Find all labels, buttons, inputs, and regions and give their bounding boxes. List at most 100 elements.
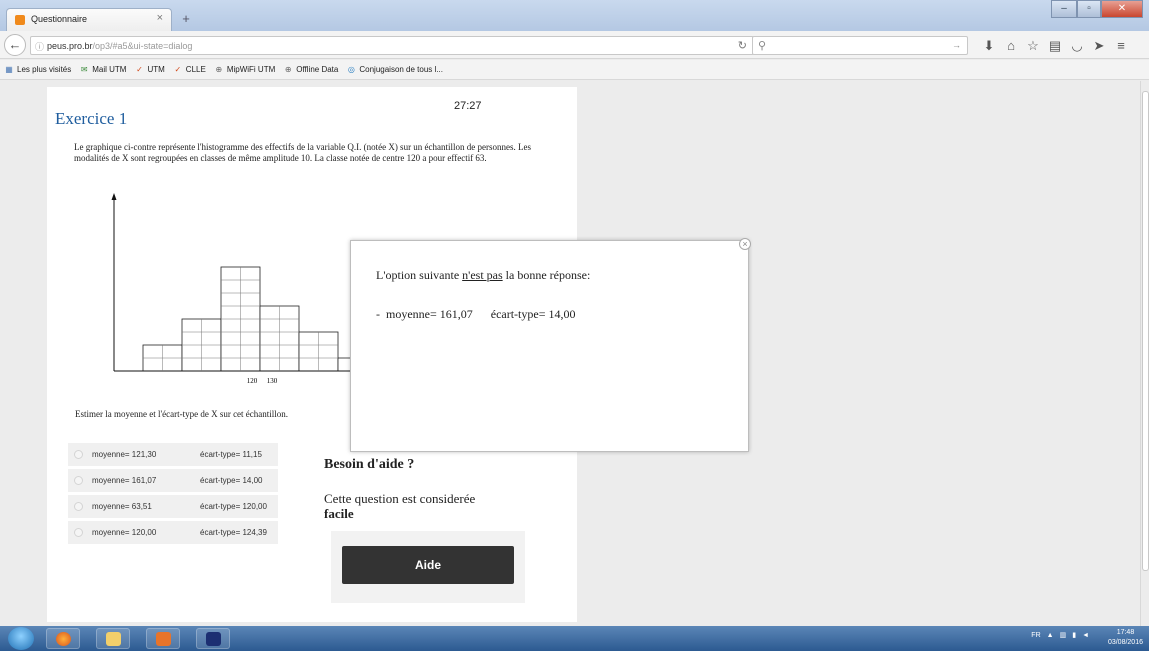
page-icon: ▦ <box>5 65 13 74</box>
network-icon[interactable]: ▥ <box>1060 631 1067 639</box>
bookmarks-bar: ▦ Les plus visités ✉ Mail UTM ✓ UTM ✓ CLLE ⊕… <box>0 60 1149 80</box>
clock-date: 03/08/2016 <box>1107 639 1143 646</box>
option-mean: moyenne= 120,00 <box>92 528 157 537</box>
page-content: Exercice 1 27:27 Le graphique ci-contre … <box>0 81 1140 626</box>
feedback-dialog: × L'option suivante n'est pas la bonne r… <box>350 238 751 452</box>
bookmark-item[interactable]: ◎ Conjugaison de tous l... <box>346 65 443 74</box>
radio-button[interactable] <box>74 502 83 511</box>
answer-option[interactable]: moyenne= 121,30 écart-type= 11,15 <box>68 443 278 466</box>
url-text: peus.pro.br/op3/#a5&ui-state=dialog <box>47 41 192 51</box>
info-icon[interactable]: ⓘ <box>35 40 44 53</box>
globe-icon: ⊕ <box>284 65 292 74</box>
taskbar-explorer[interactable] <box>96 628 130 649</box>
page-scrollbar[interactable] <box>1140 81 1149 626</box>
dialog-message-emphasis: n'est pas <box>462 268 503 282</box>
radio-button[interactable] <box>74 476 83 485</box>
minimize-button[interactable]: – <box>1051 0 1077 18</box>
tab-close-icon[interactable]: × <box>157 12 163 24</box>
utm-icon: ✓ <box>136 65 143 74</box>
taskbar-firefox[interactable] <box>46 628 80 649</box>
folder-icon <box>106 632 121 646</box>
bookmark-label: CLLE <box>185 65 206 74</box>
globe-icon: ⊕ <box>215 65 223 74</box>
toolbar-icons: ⬇ ⌂ ☆ ▤ ◡ ➤ ≡ <box>980 36 1130 56</box>
window-controls: – ▫ ✕ <box>1051 0 1143 20</box>
windows-taskbar: FR ▲ ▥ ▮ ◄ 17:48 03/08/2016 <box>0 626 1149 651</box>
pocket-icon[interactable]: ◡ <box>1068 36 1086 56</box>
bookmark-item[interactable]: ✓ UTM <box>134 65 165 74</box>
firefox-icon <box>56 632 71 646</box>
clock[interactable]: 17:48 03/08/2016 <box>1108 628 1143 648</box>
reload-icon[interactable]: ↻ <box>738 39 747 52</box>
option-std: écart-type= 11,15 <box>200 450 262 459</box>
library-icon[interactable]: ▤ <box>1046 36 1064 56</box>
app-icon <box>206 632 221 646</box>
answer-option[interactable]: moyenne= 63,51 écart-type= 120,00 <box>68 495 278 518</box>
new-tab-button[interactable]: + <box>176 11 196 27</box>
help-button[interactable]: Aide <box>342 546 514 584</box>
bookmark-label: Mail UTM <box>92 65 127 74</box>
bookmark-star-icon[interactable]: ☆ <box>1024 36 1042 56</box>
answer-option[interactable]: moyenne= 161,07 écart-type= 14,00 <box>68 469 278 492</box>
timer: 27:27 <box>454 100 482 112</box>
bookmark-item[interactable]: ✉ Mail UTM <box>79 65 127 74</box>
option-std: écart-type= 124,39 <box>200 528 267 537</box>
menu-icon[interactable]: ≡ <box>1112 36 1130 56</box>
radio-button[interactable] <box>74 450 83 459</box>
system-tray: FR ▲ ▥ ▮ ◄ <box>1031 631 1089 640</box>
volume-icon[interactable]: ◄ <box>1082 632 1089 639</box>
dialog-close-icon[interactable]: × <box>739 238 751 250</box>
bookmark-item[interactable]: ▦ Les plus visités <box>4 65 71 74</box>
bookmark-item[interactable]: ✓ CLLE <box>173 65 206 74</box>
option-mean: moyenne= 121,30 <box>92 450 157 459</box>
url-bar[interactable]: ⓘ peus.pro.br/op3/#a5&ui-state=dialog ↻ <box>30 36 754 55</box>
option-std: écart-type= 120,00 <box>200 502 267 511</box>
signal-icon[interactable]: ▮ <box>1072 631 1076 639</box>
exercise-prompt: Le graphique ci-contre représente l'hist… <box>74 142 532 163</box>
bookmark-label: Offline Data <box>296 65 339 74</box>
scroll-thumb[interactable] <box>1142 91 1149 571</box>
navigation-bar: ← ⓘ peus.pro.br/op3/#a5&ui-state=dialog … <box>0 31 1149 59</box>
download-icon[interactable]: ⬇ <box>980 36 998 56</box>
send-icon[interactable]: ➤ <box>1090 36 1108 56</box>
answer-option[interactable]: moyenne= 120,00 écart-type= 124,39 <box>68 521 278 544</box>
clock-time: 17:48 <box>1116 629 1135 636</box>
bookmark-item[interactable]: ⊕ MipWiFi UTM <box>214 65 275 74</box>
conj-icon: ◎ <box>347 65 355 74</box>
firefox-favicon-icon <box>15 15 25 25</box>
answer-options: moyenne= 121,30 écart-type= 11,15 moyenne… <box>68 443 278 547</box>
media-player-icon <box>156 632 171 646</box>
language-indicator[interactable]: FR <box>1031 632 1040 639</box>
bookmark-item[interactable]: ⊕ Offline Data <box>283 65 338 74</box>
x-tick-label: 130 <box>267 377 278 385</box>
x-tick-label: 120 <box>247 377 258 385</box>
option-mean: moyenne= 161,07 <box>92 476 157 485</box>
bookmark-label: UTM <box>147 65 165 74</box>
difficulty-level: facile <box>324 506 354 521</box>
tab-title: Questionnaire <box>31 14 88 24</box>
taskbar-app[interactable] <box>196 628 230 649</box>
start-button[interactable] <box>8 627 34 650</box>
help-description: Cette question est considerée <box>324 491 476 506</box>
utm-icon: ✓ <box>174 65 182 74</box>
close-window-button[interactable]: ✕ <box>1101 0 1143 18</box>
search-go-icon[interactable]: → <box>952 40 961 50</box>
title-bar: Questionnaire × + – ▫ ✕ <box>0 0 1149 31</box>
url-path: /op3/#a5&ui-state=dialog <box>92 41 193 51</box>
browser-tab[interactable]: Questionnaire × <box>6 8 172 31</box>
bookmark-label: Les plus visités <box>17 65 72 74</box>
mail-icon: ✉ <box>80 65 88 74</box>
help-title: Besoin d'aide ? <box>324 457 415 472</box>
search-input[interactable]: ⚲ → <box>752 36 968 55</box>
bookmark-label: Conjugaison de tous l... <box>359 65 443 74</box>
maximize-button[interactable]: ▫ <box>1077 0 1101 18</box>
back-button[interactable]: ← <box>4 34 26 56</box>
tray-arrow-icon[interactable]: ▲ <box>1047 632 1054 639</box>
help-button-container: Aide <box>331 531 525 603</box>
search-icon: ⚲ <box>758 40 767 52</box>
y-axis-arrow-icon <box>111 193 117 200</box>
exercise-title: Exercice 1 <box>55 109 128 128</box>
taskbar-media-player[interactable] <box>146 628 180 649</box>
home-icon[interactable]: ⌂ <box>1002 36 1020 56</box>
radio-button[interactable] <box>74 528 83 537</box>
